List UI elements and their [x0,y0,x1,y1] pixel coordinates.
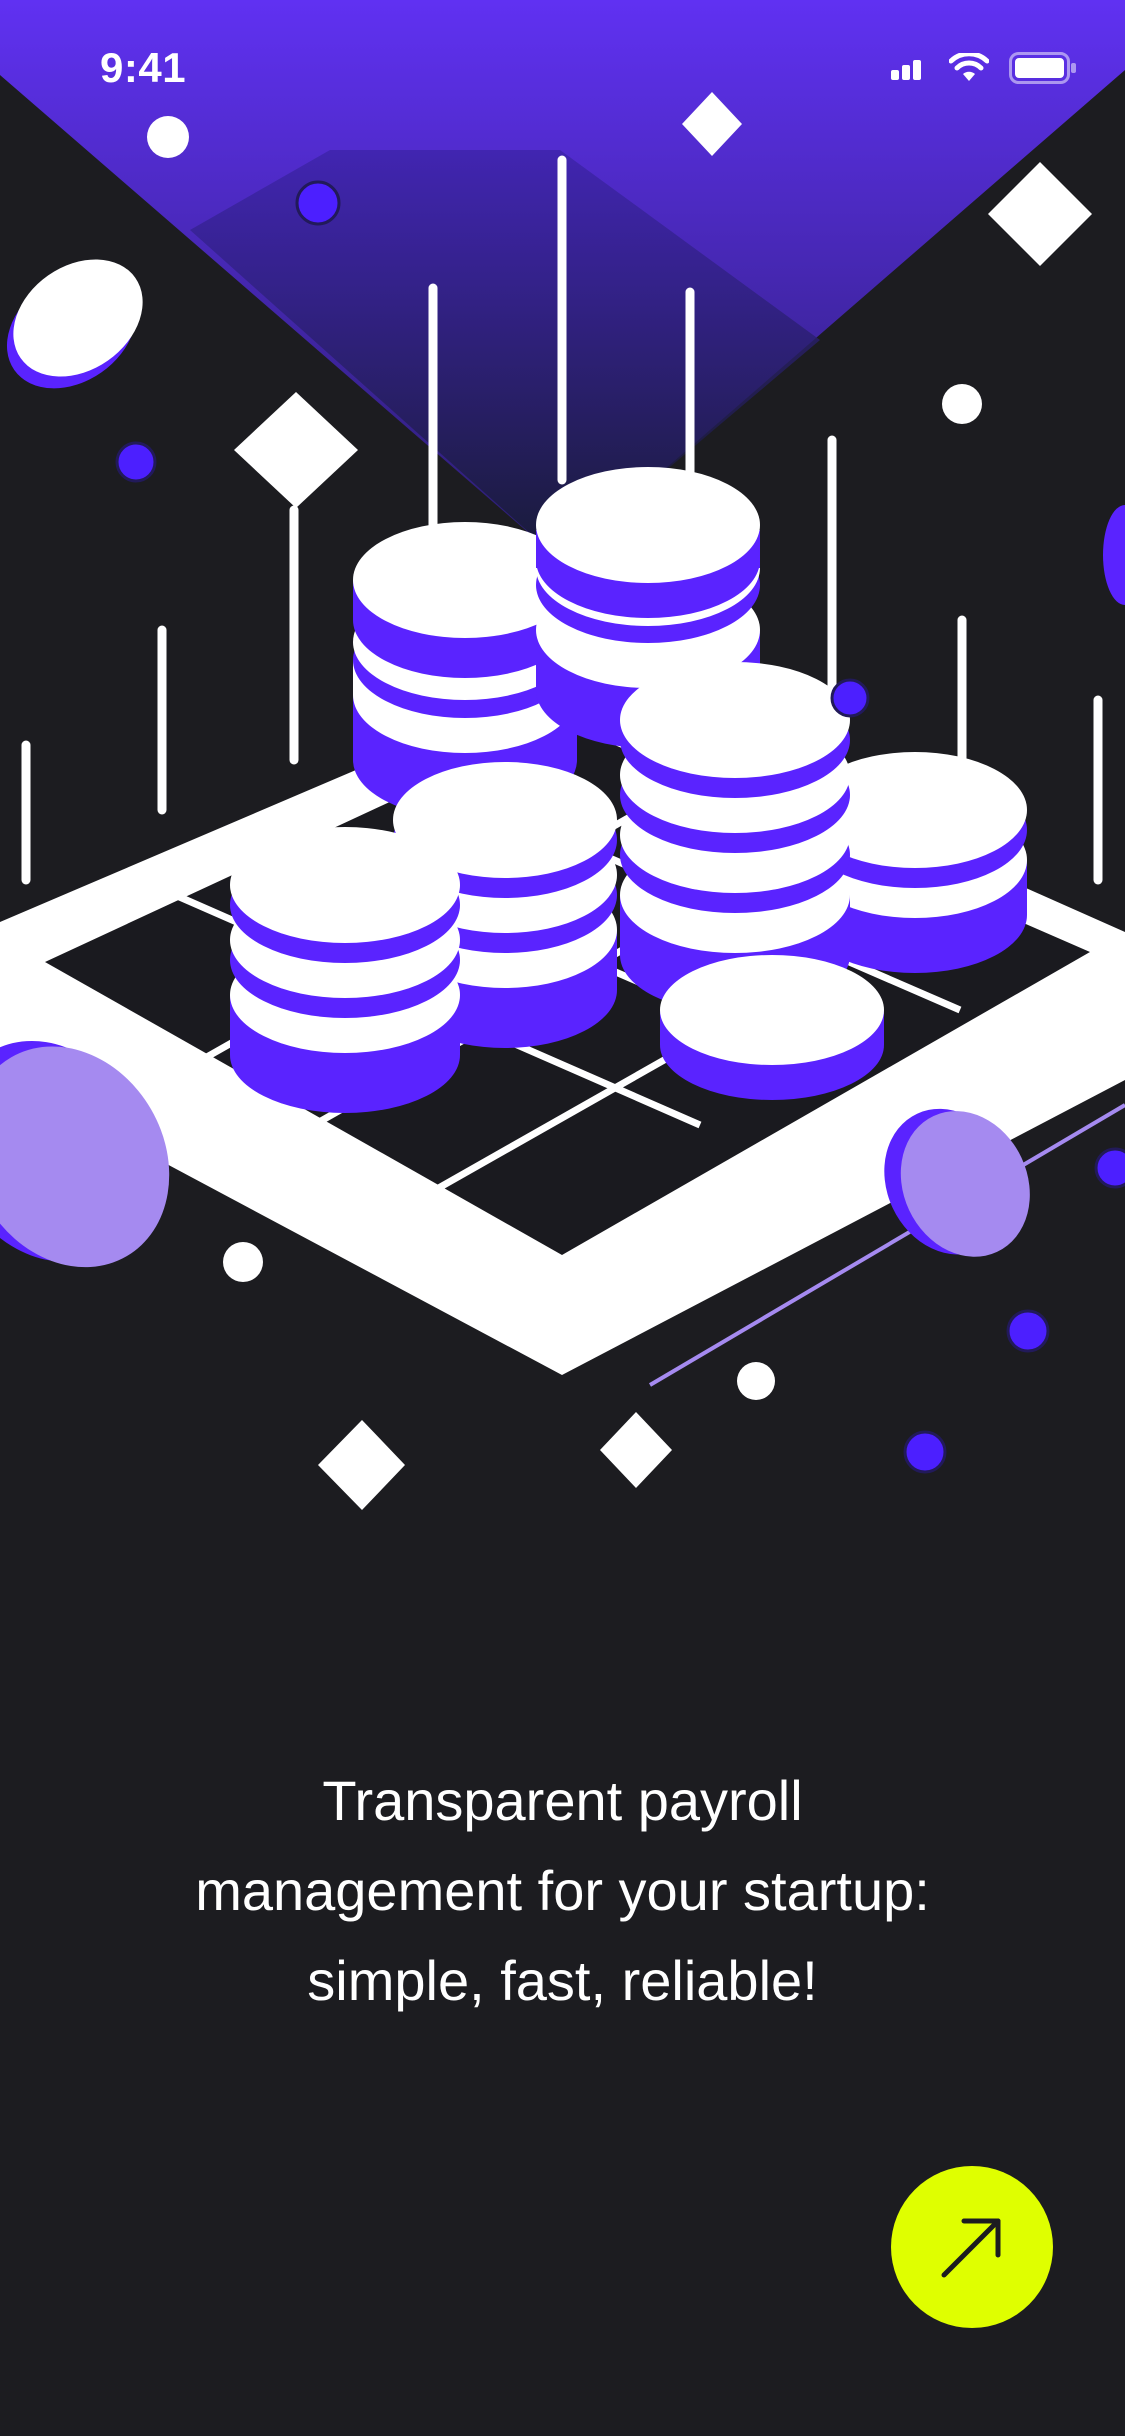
cellular-signal-icon [891,60,921,80]
status-time: 9:41 [100,44,187,91]
arrow-up-right-icon [941,2218,1001,2278]
headline-line: management for your startup: [195,1858,930,1922]
coin-stacks-on-grid-illustration [0,0,1125,1510]
onboarding-screen: 9:41 Transparent payroll management for … [0,0,1125,2436]
status-icons [891,52,1077,84]
battery-icon [1009,52,1076,84]
floating-coin [6,259,143,389]
headline-line: simple, fast, reliable! [307,1948,818,2012]
wifi-icon [949,53,989,81]
status-bar: 9:41 [0,0,1125,140]
floating-coin [1103,505,1125,605]
headline-line: Transparent payroll [322,1768,803,1832]
coin-stack [230,827,460,1113]
next-button[interactable] [891,2166,1053,2328]
onboarding-headline: Transparent payroll management for your … [60,1756,1065,2026]
coin-stack [660,955,884,1100]
